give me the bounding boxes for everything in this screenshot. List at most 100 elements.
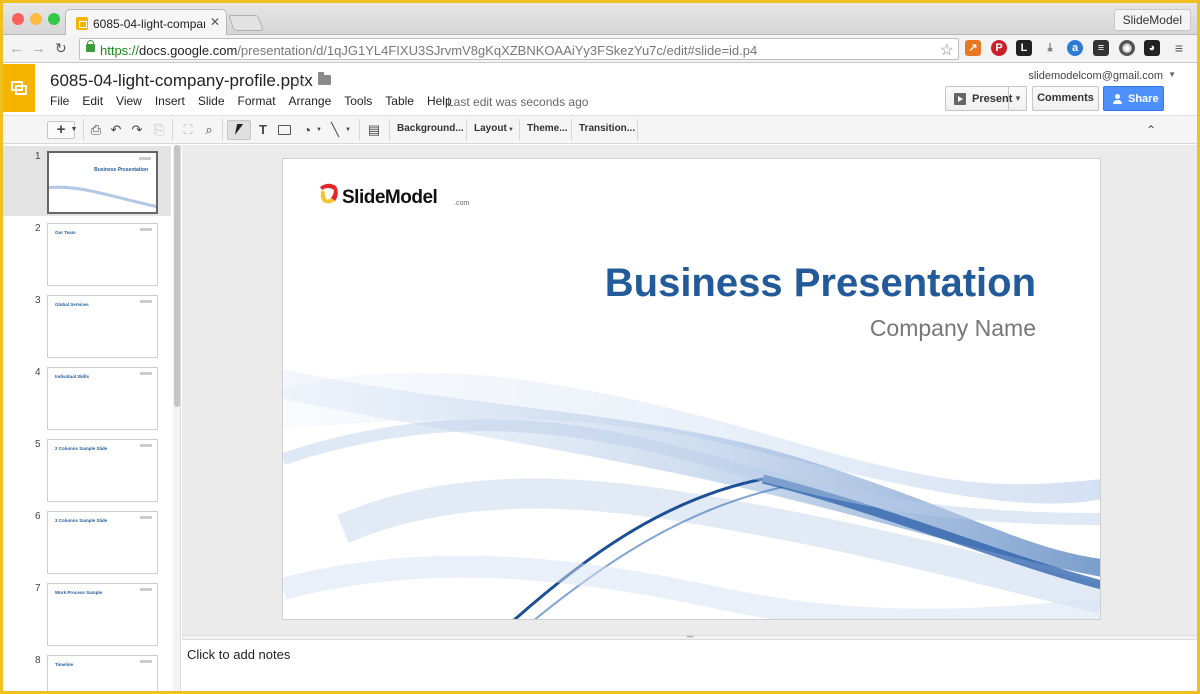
slide[interactable]: SlideModel .com Business Presentation Co… bbox=[282, 158, 1101, 620]
tab-title: 6085-04-light-company-pr bbox=[93, 17, 205, 31]
close-window-button[interactable] bbox=[12, 13, 24, 25]
menu-view[interactable]: View bbox=[116, 94, 142, 108]
thumbnail-wave bbox=[47, 468, 158, 502]
present-dropdown-icon[interactable]: ▼ bbox=[1014, 94, 1022, 103]
star-icon[interactable]: ☆ bbox=[293, 72, 307, 92]
browser-tab[interactable]: 6085-04-light-company-pr ✕ bbox=[65, 9, 227, 36]
menu-table[interactable]: Table bbox=[385, 94, 414, 108]
filmstrip-scrollbar[interactable] bbox=[173, 145, 180, 691]
layout-button[interactable]: Layout bbox=[474, 123, 507, 134]
menu-arrange[interactable]: Arrange bbox=[289, 94, 332, 108]
new-tab-button[interactable] bbox=[228, 15, 264, 31]
slides-logo-icon[interactable] bbox=[3, 64, 35, 112]
image-icon[interactable] bbox=[278, 125, 291, 135]
menu-slide[interactable]: Slide bbox=[198, 94, 225, 108]
shape-icon[interactable]: ◔ bbox=[297, 121, 317, 139]
scrollbar-thumb[interactable] bbox=[174, 145, 180, 407]
slide-subtitle[interactable]: Company Name bbox=[870, 315, 1036, 342]
thumbnail-title: Timeline bbox=[55, 662, 74, 667]
comments-button[interactable]: Comments bbox=[1032, 86, 1099, 111]
menu-tools[interactable]: Tools bbox=[344, 94, 372, 108]
present-label: Present bbox=[972, 93, 1013, 105]
globe-icon[interactable]: ◉ bbox=[1119, 40, 1135, 56]
thumbnail-wave bbox=[47, 252, 158, 286]
line-icon[interactable]: ╲ bbox=[326, 121, 344, 139]
logo-mark-icon bbox=[320, 183, 338, 204]
speaker-notes[interactable]: Click to add notes bbox=[182, 640, 1197, 691]
new-slide-caret-icon[interactable]: ▼ bbox=[69, 121, 79, 139]
logo-text: SlideModel bbox=[342, 187, 438, 208]
slide-thumbnail[interactable]: Timeline bbox=[47, 655, 158, 691]
play-icon bbox=[954, 93, 966, 105]
paint-format-icon[interactable]: ⎘ bbox=[150, 121, 168, 139]
thumbnail-logo bbox=[140, 300, 152, 303]
account-email[interactable]: slidemodelcom@gmail.com bbox=[1028, 70, 1163, 82]
line-caret-icon[interactable]: ▼ bbox=[344, 121, 352, 139]
menu-icon[interactable]: ≡ bbox=[1171, 40, 1187, 56]
text-box-icon[interactable]: T bbox=[254, 121, 272, 139]
slide-thumbnail-item[interactable]: 3 Global Services bbox=[3, 290, 171, 360]
slide-thumbnail-item[interactable]: 8 Timeline bbox=[3, 650, 171, 691]
menu-format[interactable]: Format bbox=[238, 94, 276, 108]
profile-button[interactable]: SlideModel bbox=[1113, 9, 1191, 31]
slide-thumbnail[interactable]: Global Services bbox=[47, 295, 158, 358]
slide-thumbnail-item[interactable]: 1 Business Presentation bbox=[3, 146, 171, 216]
pinterest-icon[interactable]: P bbox=[991, 40, 1007, 56]
folder-icon[interactable] bbox=[318, 72, 331, 85]
fit-icon[interactable]: ⛶ bbox=[179, 121, 197, 139]
slide-thumbnail-item[interactable]: 2 Our Team bbox=[3, 218, 171, 288]
menu-insert[interactable]: Insert bbox=[155, 94, 185, 108]
background-button[interactable]: Background... bbox=[397, 123, 464, 134]
present-button[interactable]: Present ▼ bbox=[945, 86, 1027, 111]
collapse-icon[interactable]: ⌃ bbox=[1143, 121, 1159, 139]
share-button[interactable]: Share bbox=[1103, 86, 1164, 111]
slide-thumbnail[interactable]: Business Presentation bbox=[47, 151, 158, 214]
present-split bbox=[1008, 87, 1009, 110]
undo-icon[interactable]: ↶ bbox=[107, 121, 125, 139]
zoom-icon[interactable]: ⌕ bbox=[200, 121, 218, 139]
forward-arrow-icon[interactable]: → bbox=[31, 40, 46, 57]
download-icon[interactable]: ⤓ bbox=[1042, 40, 1058, 56]
thumbnail-logo bbox=[140, 588, 152, 591]
select-tool-button[interactable] bbox=[227, 120, 251, 140]
slide-thumbnail[interactable]: Individual Skills bbox=[47, 367, 158, 430]
print-icon[interactable]: ⎙ bbox=[87, 121, 105, 139]
url-input[interactable]: https://docs.google.com/presentation/d/1… bbox=[79, 38, 959, 60]
minimize-window-button[interactable] bbox=[30, 13, 42, 25]
account-caret-icon[interactable]: ▼ bbox=[1168, 70, 1176, 79]
slide-thumbnail[interactable]: 2 Columns Sample Slide bbox=[47, 439, 158, 502]
bookmark-star-icon[interactable]: ☆ bbox=[940, 40, 954, 60]
notes-placeholder: Click to add notes bbox=[187, 647, 291, 662]
menu-edit[interactable]: Edit bbox=[82, 94, 103, 108]
comment-icon[interactable]: ▤ bbox=[365, 121, 383, 139]
slide-thumbnail-item[interactable]: 7 Work Process Sample bbox=[3, 578, 171, 648]
a-extension-icon[interactable]: a bbox=[1067, 40, 1083, 56]
thumbnail-logo bbox=[140, 372, 152, 375]
slide-thumbnail[interactable]: Our Team bbox=[47, 223, 158, 286]
tab-bar: 6085-04-light-company-pr ✕ SlideModel bbox=[3, 3, 1197, 36]
last-edit-link[interactable]: Last edit was seconds ago bbox=[447, 95, 588, 109]
l-extension-icon[interactable]: L bbox=[1016, 40, 1032, 56]
toolbar-separator bbox=[637, 119, 638, 141]
document-title[interactable]: 6085-04-light-company-profile.pptx bbox=[50, 71, 313, 91]
buffer-icon[interactable]: ≡ bbox=[1093, 40, 1109, 56]
slide-thumbnail-item[interactable]: 4 Individual Skills bbox=[3, 362, 171, 432]
maximize-window-button[interactable] bbox=[48, 13, 60, 25]
owl-icon[interactable]: ◕ bbox=[1144, 40, 1160, 56]
theme-button[interactable]: Theme... bbox=[527, 123, 568, 134]
layout-caret-icon[interactable]: ▼ bbox=[507, 121, 515, 139]
reload-icon[interactable]: ↻ bbox=[55, 40, 67, 57]
chart-extension-icon[interactable]: ↗ bbox=[965, 40, 981, 56]
slide-title[interactable]: Business Presentation bbox=[605, 261, 1036, 306]
shape-caret-icon[interactable]: ▼ bbox=[315, 121, 323, 139]
transition-button[interactable]: Transition... bbox=[579, 123, 635, 134]
tab-close-icon[interactable]: ✕ bbox=[210, 15, 220, 29]
slide-thumbnail-item[interactable]: 5 2 Columns Sample Slide bbox=[3, 434, 171, 504]
slide-thumbnail-item[interactable]: 6 3 Columns Sample Slide bbox=[3, 506, 171, 576]
menu-file[interactable]: File bbox=[50, 94, 69, 108]
redo-icon[interactable]: ↷ bbox=[128, 121, 146, 139]
toolbar-separator bbox=[571, 119, 572, 141]
slide-thumbnail[interactable]: Work Process Sample bbox=[47, 583, 158, 646]
back-arrow-icon[interactable]: ← bbox=[9, 40, 24, 57]
slide-thumbnail[interactable]: 3 Columns Sample Slide bbox=[47, 511, 158, 574]
